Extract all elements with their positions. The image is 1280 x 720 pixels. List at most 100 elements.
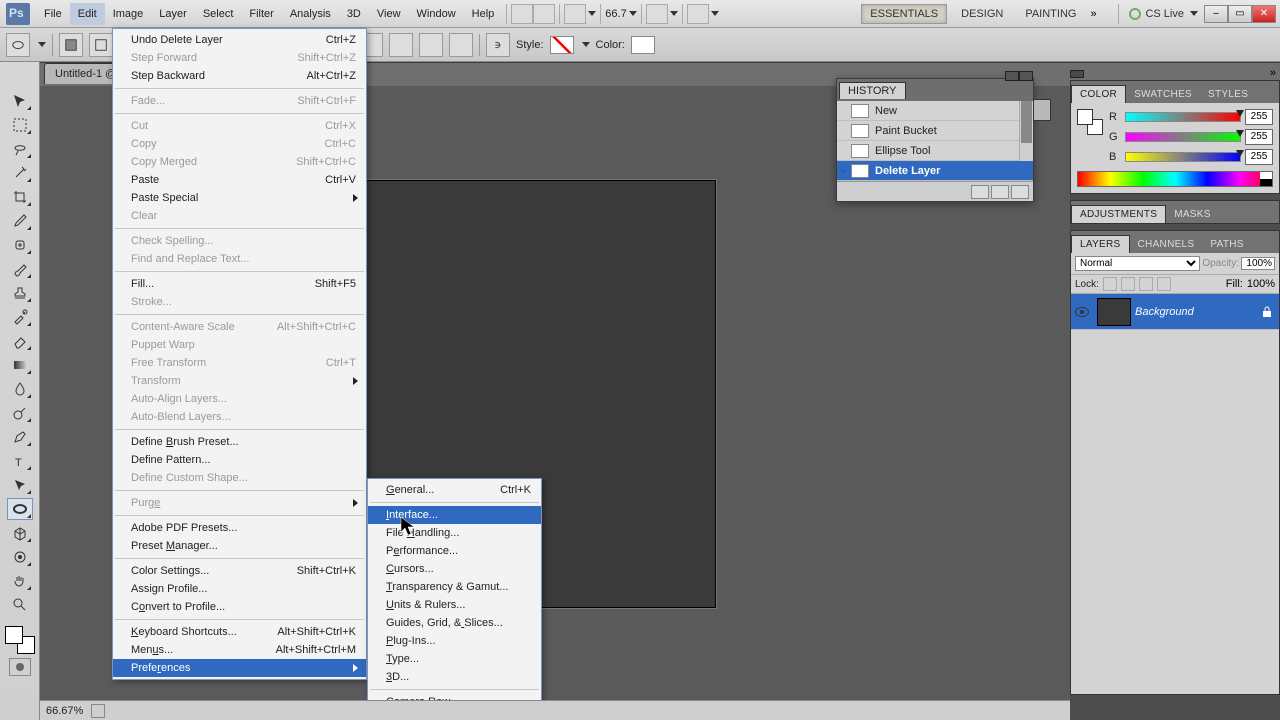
tab-paths[interactable]: PATHS	[1202, 236, 1251, 253]
chevron-down-icon[interactable]	[629, 11, 637, 16]
tool-preset-icon[interactable]	[6, 33, 30, 57]
fill-value[interactable]: 100%	[1247, 278, 1275, 290]
cs-live[interactable]: CS Live	[1129, 8, 1198, 20]
g-slider[interactable]	[1125, 132, 1241, 142]
scrollbar[interactable]	[1019, 101, 1033, 161]
menu-view[interactable]: View	[369, 3, 409, 25]
menu-item[interactable]: Fill...Shift+F5	[113, 275, 366, 293]
new-doc-from-state-icon[interactable]	[971, 185, 989, 199]
menu-item[interactable]: Undo Delete LayerCtrl+Z	[113, 31, 366, 49]
menu-help[interactable]: Help	[464, 3, 503, 25]
visibility-toggle[interactable]	[1071, 307, 1093, 317]
menu-item[interactable]: Type...	[368, 650, 541, 668]
style-swatch[interactable]	[550, 36, 574, 54]
zoom-tool[interactable]	[7, 594, 33, 616]
move-tool[interactable]	[7, 90, 33, 112]
eyedropper-tool[interactable]	[7, 210, 33, 232]
tab-masks[interactable]: MASKS	[1166, 206, 1219, 223]
view-extras-icon[interactable]	[564, 4, 586, 24]
menu-item[interactable]: Plug-Ins...	[368, 632, 541, 650]
menu-item[interactable]: Performance...	[368, 542, 541, 560]
paths-icon[interactable]	[89, 33, 113, 57]
menu-item[interactable]: Units & Rulers...	[368, 596, 541, 614]
wand-tool[interactable]	[7, 162, 33, 184]
lasso-tool[interactable]	[7, 138, 33, 160]
dodge-tool[interactable]	[7, 402, 33, 424]
status-zoom[interactable]: 66.67%	[46, 705, 83, 717]
chevron-down-icon[interactable]	[670, 11, 678, 16]
crop-tool[interactable]	[7, 186, 33, 208]
history-row[interactable]: Ellipse Tool	[837, 141, 1033, 161]
workspace-painting[interactable]: PAINTING	[1017, 5, 1084, 23]
gradient-tool[interactable]	[7, 354, 33, 376]
arrange-docs-icon[interactable]	[646, 4, 668, 24]
history-row[interactable]: Paint Bucket	[837, 121, 1033, 141]
fg-bg-swatches[interactable]	[5, 626, 35, 654]
menu-item[interactable]: General...Ctrl+K	[368, 481, 541, 499]
heal-tool[interactable]	[7, 234, 33, 256]
eraser-tool[interactable]	[7, 330, 33, 352]
path-intersect-icon[interactable]	[419, 33, 443, 57]
screen-mode-icon[interactable]	[687, 4, 709, 24]
history-dock-icon[interactable]	[1033, 99, 1051, 121]
chevron-down-icon[interactable]	[588, 11, 596, 16]
launch-minibridge-icon[interactable]	[533, 4, 555, 24]
menu-edit[interactable]: Edit	[70, 3, 105, 25]
blur-tool[interactable]	[7, 378, 33, 400]
menu-item[interactable]: Cursors...	[368, 560, 541, 578]
chevron-down-icon[interactable]	[582, 42, 590, 47]
tab-adjustments[interactable]: ADJUSTMENTS	[1071, 205, 1166, 223]
delete-state-icon[interactable]	[1011, 185, 1029, 199]
menu-item[interactable]: Convert to Profile...	[113, 598, 366, 616]
status-info-icon[interactable]	[91, 704, 105, 718]
type-tool[interactable]: T	[7, 450, 33, 472]
lock-image-icon[interactable]	[1121, 277, 1135, 291]
layer-row[interactable]: Background	[1071, 294, 1279, 330]
tab-history[interactable]: HISTORY	[839, 82, 906, 99]
menu-item[interactable]: Guides, Grid, & Slices...	[368, 614, 541, 632]
r-value[interactable]: 255	[1245, 109, 1273, 125]
chevron-down-icon[interactable]	[38, 42, 46, 47]
menu-file[interactable]: File	[36, 3, 70, 25]
minimize-button[interactable]: –	[1204, 5, 1228, 23]
close-button[interactable]: ✕	[1252, 5, 1276, 23]
menu-filter[interactable]: Filter	[241, 3, 281, 25]
launch-bridge-icon[interactable]	[511, 4, 533, 24]
zoom-level[interactable]: 66.7	[605, 8, 626, 20]
color-swatch[interactable]	[631, 36, 655, 54]
new-snapshot-icon[interactable]	[991, 185, 1009, 199]
menu-item[interactable]: PasteCtrl+V	[113, 171, 366, 189]
menu-item[interactable]: Assign Profile...	[113, 580, 366, 598]
menu-item[interactable]: Menus...Alt+Shift+Ctrl+M	[113, 641, 366, 659]
history-row[interactable]: New	[837, 101, 1033, 121]
menu-item[interactable]: Preferences	[113, 659, 366, 677]
maximize-button[interactable]: ▭	[1228, 5, 1252, 23]
blend-mode-select[interactable]: Normal	[1075, 256, 1200, 271]
menu-3d[interactable]: 3D	[339, 3, 369, 25]
quick-mask-icon[interactable]	[9, 658, 31, 676]
tab-styles[interactable]: STYLES	[1200, 86, 1256, 103]
path-select-tool[interactable]	[7, 474, 33, 496]
r-slider[interactable]	[1125, 112, 1241, 122]
chevron-down-icon[interactable]	[711, 11, 719, 16]
path-subtract-icon[interactable]	[389, 33, 413, 57]
path-exclude-icon[interactable]	[449, 33, 473, 57]
menu-item[interactable]: Interface...	[368, 506, 541, 524]
brush-tool[interactable]	[7, 258, 33, 280]
tab-channels[interactable]: CHANNELS	[1130, 236, 1203, 253]
tab-layers[interactable]: LAYERS	[1071, 235, 1130, 253]
lock-transparent-icon[interactable]	[1103, 277, 1117, 291]
lock-all-icon[interactable]	[1157, 277, 1171, 291]
menu-item[interactable]: Adobe PDF Presets...	[113, 519, 366, 537]
menu-item[interactable]: Transparency & Gamut...	[368, 578, 541, 596]
menu-item[interactable]: Color Settings...Shift+Ctrl+K	[113, 562, 366, 580]
menu-analysis[interactable]: Analysis	[282, 3, 339, 25]
menu-item[interactable]: 3D...	[368, 668, 541, 686]
lock-position-icon[interactable]	[1139, 277, 1153, 291]
g-value[interactable]: 255	[1245, 129, 1273, 145]
hue-ramp[interactable]	[1077, 171, 1273, 187]
marquee-tool[interactable]	[7, 114, 33, 136]
menu-item[interactable]: Keyboard Shortcuts...Alt+Shift+Ctrl+K	[113, 623, 366, 641]
menu-item[interactable]: Step BackwardAlt+Ctrl+Z	[113, 67, 366, 85]
fg-bg-mini-swatches[interactable]	[1077, 109, 1103, 135]
